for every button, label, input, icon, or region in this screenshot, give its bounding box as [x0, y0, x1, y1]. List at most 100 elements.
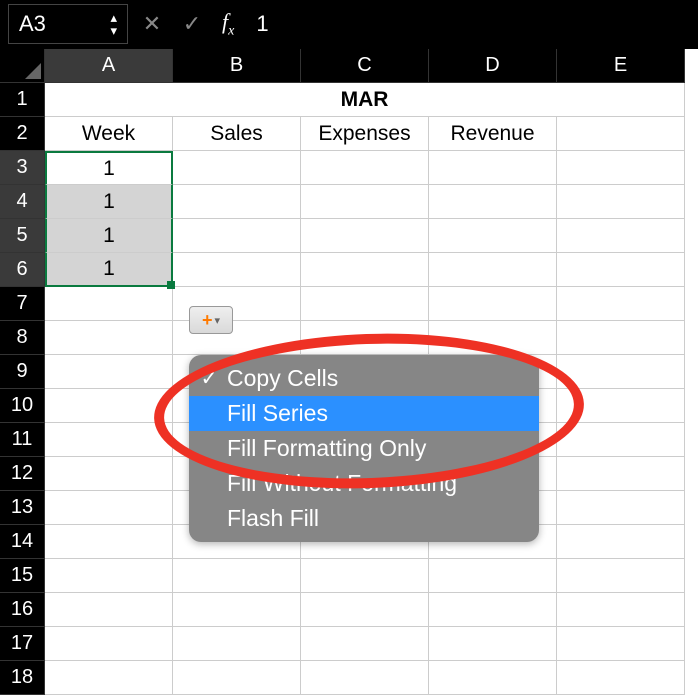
row-header-13[interactable]: 13 — [0, 491, 45, 525]
cell-e9[interactable] — [557, 355, 685, 389]
cell-c5[interactable] — [301, 219, 429, 253]
row-header-16[interactable]: 16 — [0, 593, 45, 627]
menu-item-flash-fill[interactable]: Flash Fill — [189, 501, 539, 536]
cell-a4[interactable]: 1 — [45, 185, 173, 219]
row-header-11[interactable]: 11 — [0, 423, 45, 457]
cell-e15[interactable] — [557, 559, 685, 593]
col-header-c[interactable]: C — [301, 49, 429, 83]
fill-handle[interactable] — [167, 281, 175, 289]
cell-e18[interactable] — [557, 661, 685, 695]
cell-e2[interactable] — [557, 117, 685, 151]
select-all-corner[interactable] — [0, 49, 45, 83]
row-header-17[interactable]: 17 — [0, 627, 45, 661]
cell-c17[interactable] — [301, 627, 429, 661]
row-header-4[interactable]: 4 — [0, 185, 45, 219]
cell-e6[interactable] — [557, 253, 685, 287]
row-header-2[interactable]: 2 — [0, 117, 45, 151]
cell-a17[interactable] — [45, 627, 173, 661]
cell-e7[interactable] — [557, 287, 685, 321]
cell-a5[interactable]: 1 — [45, 219, 173, 253]
cell-b18[interactable] — [173, 661, 301, 695]
formula-input[interactable]: 1 — [248, 11, 690, 37]
row-header-14[interactable]: 14 — [0, 525, 45, 559]
cell-d17[interactable] — [429, 627, 557, 661]
cell-c3[interactable] — [301, 151, 429, 185]
cell-c18[interactable] — [301, 661, 429, 695]
cell-b17[interactable] — [173, 627, 301, 661]
row-header-9[interactable]: 9 — [0, 355, 45, 389]
cell-e12[interactable] — [557, 457, 685, 491]
row-header-5[interactable]: 5 — [0, 219, 45, 253]
cell-c4[interactable] — [301, 185, 429, 219]
cell-a8[interactable] — [45, 321, 173, 355]
cell-e16[interactable] — [557, 593, 685, 627]
row-header-18[interactable]: 18 — [0, 661, 45, 695]
cell-b5[interactable] — [173, 219, 301, 253]
menu-item-fill-formatting-only[interactable]: Fill Formatting Only — [189, 431, 539, 466]
cell-e17[interactable] — [557, 627, 685, 661]
cell-e3[interactable] — [557, 151, 685, 185]
cell-c6[interactable] — [301, 253, 429, 287]
row-header-1[interactable]: 1 — [0, 83, 45, 117]
cell-c2[interactable]: Expenses — [301, 117, 429, 151]
cell-b2[interactable]: Sales — [173, 117, 301, 151]
cell-d8[interactable] — [429, 321, 557, 355]
cell-e5[interactable] — [557, 219, 685, 253]
cell-d15[interactable] — [429, 559, 557, 593]
fx-icon[interactable]: fx — [222, 9, 234, 39]
cell-a3[interactable]: 1 — [45, 151, 173, 185]
cell-a10[interactable] — [45, 389, 173, 423]
menu-item-fill-series[interactable]: Fill Series — [189, 396, 539, 431]
cell-d18[interactable] — [429, 661, 557, 695]
cell-title-merged[interactable]: MAR — [45, 83, 685, 117]
cell-a16[interactable] — [45, 593, 173, 627]
row-header-15[interactable]: 15 — [0, 559, 45, 593]
cell-d4[interactable] — [429, 185, 557, 219]
row-header-3[interactable]: 3 — [0, 151, 45, 185]
stepper-down-icon[interactable]: ▾ — [110, 24, 117, 37]
col-header-a[interactable]: A — [45, 49, 173, 83]
cell-e11[interactable] — [557, 423, 685, 457]
name-box-stepper[interactable]: ▴ ▾ — [110, 11, 117, 37]
cell-b3[interactable] — [173, 151, 301, 185]
cell-d7[interactable] — [429, 287, 557, 321]
row-header-10[interactable]: 10 — [0, 389, 45, 423]
name-box[interactable]: A3 ▴ ▾ — [8, 4, 128, 44]
cell-b15[interactable] — [173, 559, 301, 593]
row-header-8[interactable]: 8 — [0, 321, 45, 355]
cell-a6[interactable]: 1 — [45, 253, 173, 287]
cell-a11[interactable] — [45, 423, 173, 457]
cell-a9[interactable] — [45, 355, 173, 389]
cell-e10[interactable] — [557, 389, 685, 423]
row-header-7[interactable]: 7 — [0, 287, 45, 321]
row-header-12[interactable]: 12 — [0, 457, 45, 491]
cell-a14[interactable] — [45, 525, 173, 559]
col-header-e[interactable]: E — [557, 49, 685, 83]
cell-b16[interactable] — [173, 593, 301, 627]
menu-item-copy-cells[interactable]: ✓ Copy Cells — [189, 361, 539, 396]
cell-e4[interactable] — [557, 185, 685, 219]
cell-a7[interactable] — [45, 287, 173, 321]
cell-a15[interactable] — [45, 559, 173, 593]
col-header-b[interactable]: B — [173, 49, 301, 83]
cell-d2[interactable]: Revenue — [429, 117, 557, 151]
cell-c15[interactable] — [301, 559, 429, 593]
cell-d3[interactable] — [429, 151, 557, 185]
formula-confirm-icon[interactable]: ✓ — [176, 11, 208, 37]
cell-c16[interactable] — [301, 593, 429, 627]
cell-a18[interactable] — [45, 661, 173, 695]
formula-cancel-icon[interactable]: ✕ — [136, 11, 168, 37]
cell-d16[interactable] — [429, 593, 557, 627]
cell-b6[interactable] — [173, 253, 301, 287]
cell-e8[interactable] — [557, 321, 685, 355]
cell-c7[interactable] — [301, 287, 429, 321]
cell-a12[interactable] — [45, 457, 173, 491]
cell-d6[interactable] — [429, 253, 557, 287]
cell-c8[interactable] — [301, 321, 429, 355]
cell-a13[interactable] — [45, 491, 173, 525]
col-header-d[interactable]: D — [429, 49, 557, 83]
cell-a2[interactable]: Week — [45, 117, 173, 151]
cell-d5[interactable] — [429, 219, 557, 253]
cell-b4[interactable] — [173, 185, 301, 219]
cell-e14[interactable] — [557, 525, 685, 559]
